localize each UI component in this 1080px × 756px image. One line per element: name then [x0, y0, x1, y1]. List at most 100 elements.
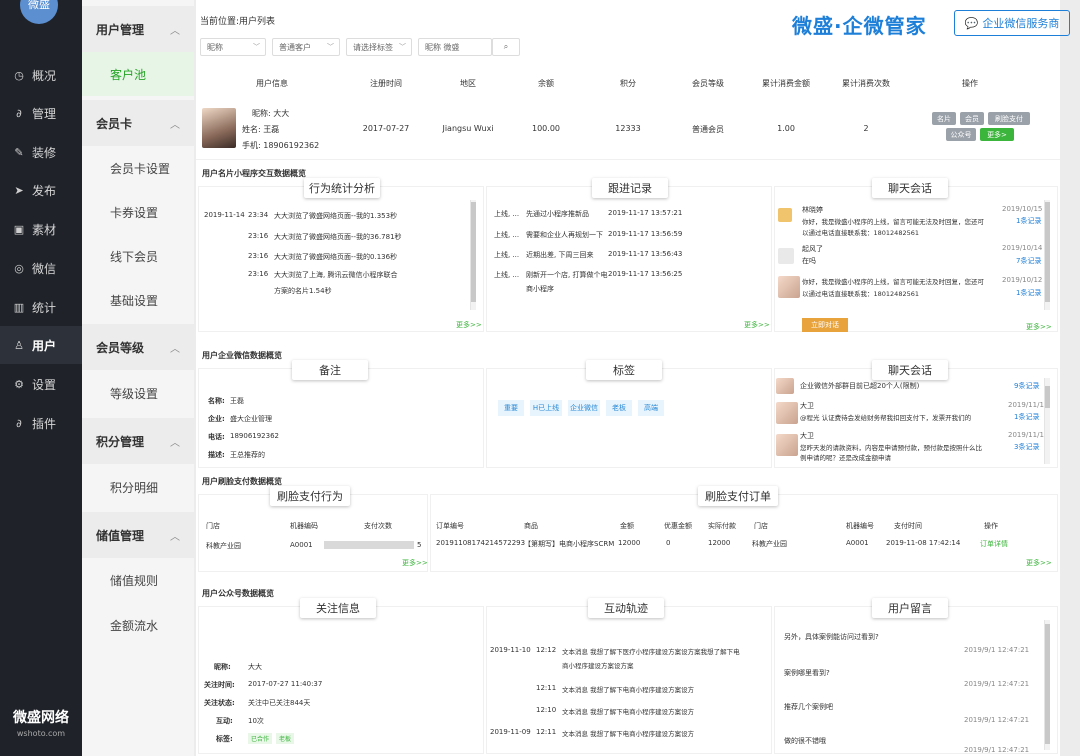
nav-item-stats[interactable]: ▥ 统计	[0, 288, 82, 326]
tab-behavior-analysis[interactable]: 行为统计分析	[304, 178, 380, 198]
chevron-down-icon: ﹀	[399, 43, 406, 51]
menu-link-offline-members[interactable]: 线下会员	[82, 234, 194, 278]
chat-records-link[interactable]: 1条记录	[1016, 216, 1041, 226]
tab-follow-records[interactable]: 跟进记录	[592, 178, 668, 198]
tab-facepay-behavior[interactable]: 刷脸支付行为	[270, 486, 350, 506]
search-input[interactable]: 昵称 微盛	[418, 38, 492, 56]
col-ops: 操作	[962, 79, 978, 88]
brand-title: 微盛·企微管家	[792, 14, 927, 38]
tab-tags[interactable]: 标签	[586, 360, 662, 380]
tab-interaction-track[interactable]: 互动轨迹	[588, 598, 664, 618]
tab-remark[interactable]: 备注	[292, 360, 368, 380]
group-user-management[interactable]: 用户管理 ︿	[82, 6, 194, 52]
nav-item-user[interactable]: ♙ 用户	[0, 326, 82, 364]
behavior-more-link[interactable]: 更多>>	[456, 320, 482, 330]
avatar	[776, 378, 794, 394]
facepay-order-more-link[interactable]: 更多>>	[1026, 558, 1052, 568]
filter-customer-type-select[interactable]: 普通客户 ﹀	[272, 38, 340, 56]
nav-item-publish[interactable]: ➤ 发布	[0, 171, 82, 209]
logo: 微盛	[20, 0, 58, 24]
filter-tag-select[interactable]: 请选择标签 ﹀	[346, 38, 412, 56]
behavior-scrollbar[interactable]	[470, 200, 476, 310]
chevron-down-icon: ﹀	[327, 43, 334, 51]
chat-records-link[interactable]: 9条记录	[1014, 381, 1039, 391]
col-region: 地区	[460, 79, 476, 88]
group-member-level[interactable]: 会员等级 ︿	[82, 324, 194, 370]
table-row: 昵称: 大大 姓名: 王磊 手机: 18906192362 2017-07-27…	[196, 100, 1060, 160]
more-button[interactable]: 更多>	[980, 128, 1014, 141]
chat-records-link[interactable]: 1条记录	[1016, 288, 1041, 298]
card-button[interactable]: 名片	[932, 112, 956, 125]
tag-chip[interactable]: 老板	[606, 400, 632, 416]
nav-item-wechat[interactable]: ◎ 微信	[0, 249, 82, 287]
chevron-up-icon: ︿	[170, 437, 180, 449]
official-account-button[interactable]: 公众号	[946, 128, 976, 141]
avatar	[778, 208, 792, 222]
menu-link-basic-settings[interactable]: 基础设置	[82, 278, 194, 322]
chevron-up-icon: ︿	[170, 343, 180, 355]
group-stored-value[interactable]: 储值管理 ︿	[82, 512, 194, 558]
member-button[interactable]: 会员	[960, 112, 984, 125]
order-detail-link[interactable]: 订单详情	[980, 539, 1008, 549]
secondary-menu: 用户管理 ︿ 客户池 会员卡 ︿ 会员卡设置 卡券设置 线下会员 基础设置 会员等级…	[82, 0, 194, 756]
chat-more-link[interactable]: 更多>>	[1026, 322, 1052, 332]
primary-nav: 微盛 ◷ 概况 ∂ 管理 ✎ 装修 ➤ 发布 ▣ 素材 ◎ 微信 ▥ 统计 ♙ 用户 ⚙ 设置 ∂…	[0, 0, 82, 756]
menu-link-card-settings[interactable]: 会员卡设置	[82, 146, 194, 190]
search-button[interactable]: ⌕	[492, 38, 520, 56]
messages-scrollbar[interactable]	[1044, 620, 1050, 750]
chat-scrollbar[interactable]	[1044, 200, 1050, 310]
pay-count-bar	[324, 541, 414, 549]
nav-item-overview[interactable]: ◷ 概况	[0, 56, 82, 94]
nav-item-material[interactable]: ▣ 素材	[0, 210, 82, 248]
search-icon: ⌕	[503, 42, 509, 51]
menu-link-level-settings[interactable]: 等级设置	[82, 371, 194, 415]
app-root: 微盛 ◷ 概况 ∂ 管理 ✎ 装修 ➤ 发布 ▣ 素材 ◎ 微信 ▥ 统计 ♙ 用户 ⚙ 设置 ∂…	[0, 0, 1080, 756]
tag-chip[interactable]: H已上线	[530, 400, 562, 416]
avatar	[202, 108, 236, 148]
facepay-behavior-more-link[interactable]: 更多>>	[402, 558, 428, 568]
chat-records-link[interactable]: 3条记录	[1014, 442, 1039, 452]
avatar	[776, 402, 798, 424]
chat-bubble-icon: 💬	[964, 16, 979, 30]
tab-follow-info[interactable]: 关注信息	[300, 598, 376, 618]
face-pay-button[interactable]: 刷脸支付	[988, 112, 1030, 125]
wecom-chat-scrollbar[interactable]	[1044, 378, 1050, 464]
follow-more-link[interactable]: 更多>>	[744, 320, 770, 330]
tab-facepay-orders[interactable]: 刷脸支付订单	[698, 486, 778, 506]
tag-chip[interactable]: 重要	[498, 400, 524, 416]
chat-records-link[interactable]: 7条记录	[1016, 256, 1041, 266]
follow-tag-chip: 已合作	[248, 733, 272, 744]
clock-icon: ◷	[14, 68, 24, 82]
section-title-miniprogram: 用户名片小程序交互数据概览	[202, 169, 306, 178]
filter-nickname-select[interactable]: 昵称 ﹀	[200, 38, 266, 56]
nav-item-settings[interactable]: ⚙ 设置	[0, 365, 82, 403]
col-user-info: 用户信息	[256, 79, 288, 88]
menu-link-coupon-settings[interactable]: 卡券设置	[82, 190, 194, 234]
nav-item-plugin[interactable]: ∂ 插件	[0, 404, 82, 442]
col-balance: 余额	[538, 79, 554, 88]
section-title-official-account: 用户公众号数据概览	[202, 589, 274, 598]
section-title-wecom: 用户企业微信数据概览	[202, 351, 282, 360]
start-chat-button[interactable]: 立即对话	[802, 318, 848, 332]
tab-chat-session[interactable]: 聊天会话	[872, 178, 948, 198]
menu-link-points-detail[interactable]: 积分明细	[82, 465, 194, 509]
chat-records-link[interactable]: 1条记录	[1014, 412, 1039, 422]
tags-panel	[486, 368, 772, 468]
tag-chip[interactable]: 高端	[638, 400, 664, 416]
breadcrumb: 当前位置:用户列表	[200, 17, 276, 27]
chart-icon: ▥	[13, 300, 25, 314]
menu-link-stored-rules[interactable]: 储值规则	[82, 558, 194, 602]
menu-link-amount-flow[interactable]: 金额流水	[82, 603, 194, 647]
gear-icon: ⚙	[14, 377, 24, 391]
group-member-card[interactable]: 会员卡 ︿	[82, 100, 194, 146]
tag-chip[interactable]: 企业微信	[568, 400, 600, 416]
tab-user-messages[interactable]: 用户留言	[872, 598, 948, 618]
col-total-count: 累计消费次数	[842, 79, 890, 88]
menu-link-customer-pool[interactable]: 客户池	[82, 52, 194, 96]
group-points[interactable]: 积分管理 ︿	[82, 418, 194, 464]
nav-item-manage[interactable]: ∂ 管理	[0, 94, 82, 132]
service-provider-button[interactable]: 💬 企业微信服务商	[954, 10, 1070, 36]
chevron-up-icon: ︿	[170, 531, 180, 543]
nav-item-decorate[interactable]: ✎ 装修	[0, 133, 82, 171]
tab-wecom-chat[interactable]: 聊天会话	[872, 360, 948, 380]
